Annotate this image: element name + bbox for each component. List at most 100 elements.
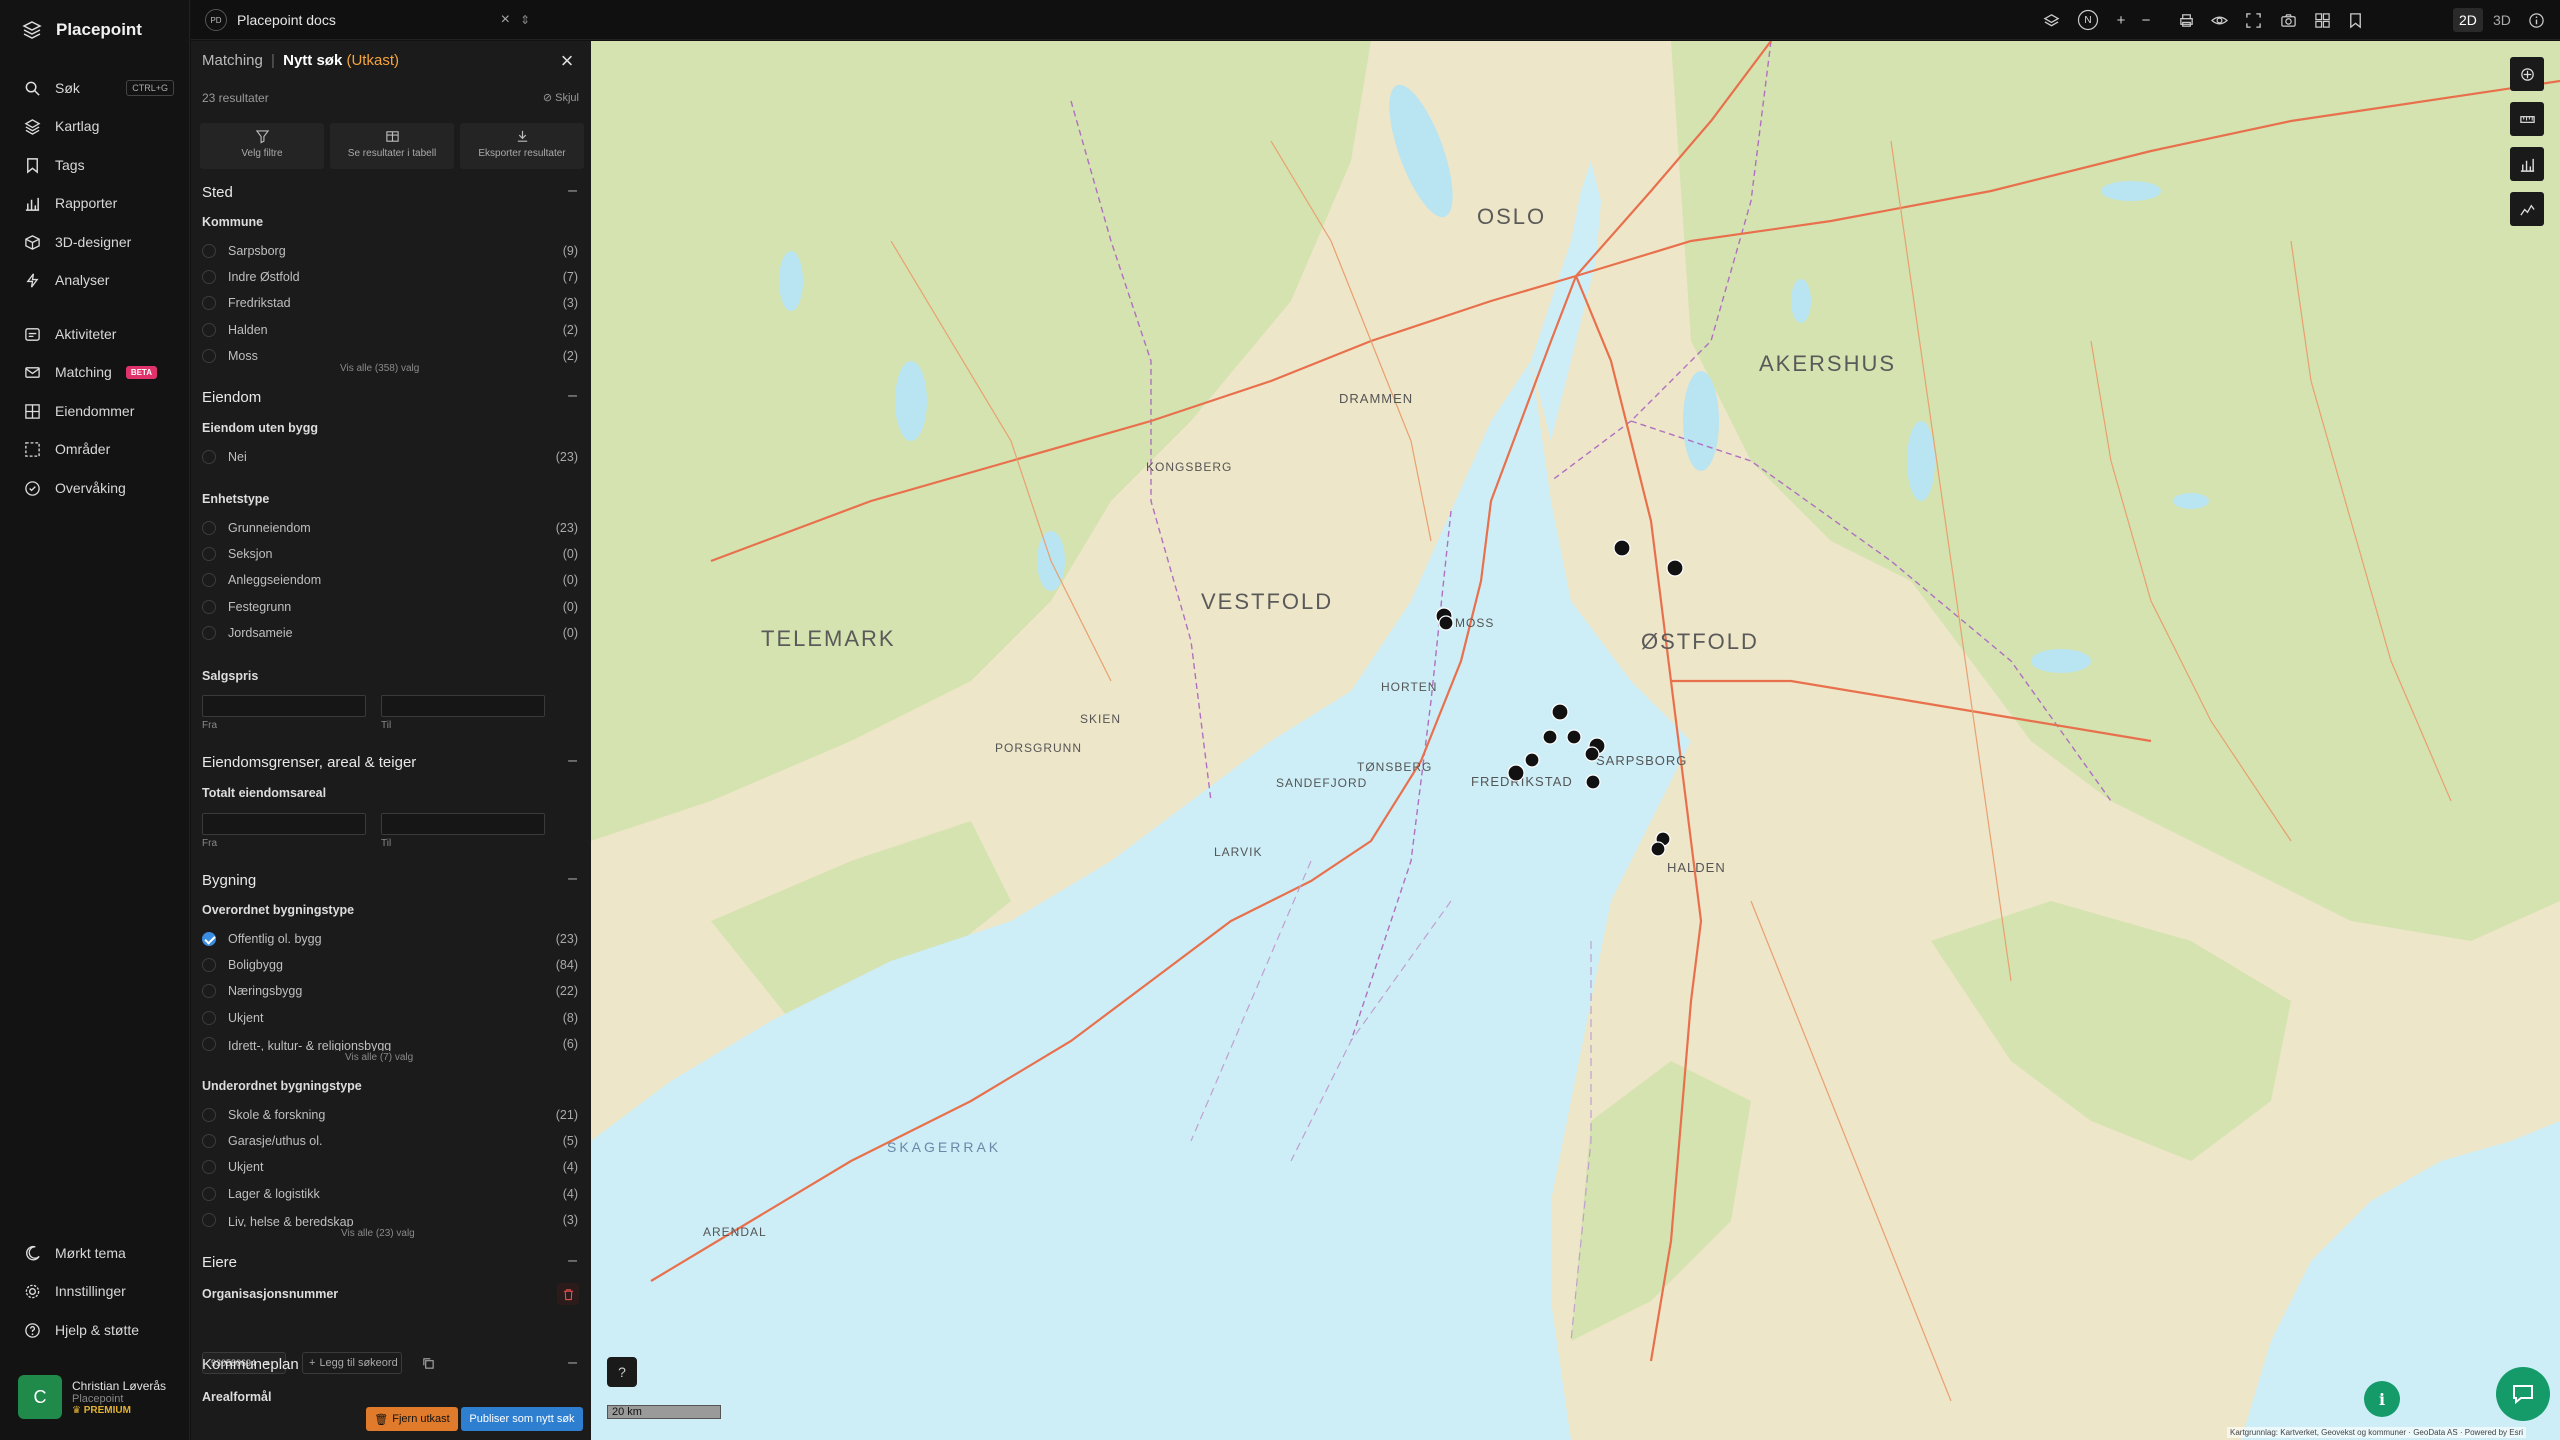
show-all-overordnet-link[interactable]: Vis alle (7) valg [345,1052,413,1063]
map-tool-chart-button[interactable] [2510,147,2544,181]
chat-support-button[interactable] [2496,1367,2550,1421]
chevron-updown-icon[interactable]: ⇕ [520,13,530,27]
add-keyword-button[interactable]: + Legg til søkeord [302,1352,402,1374]
print-button[interactable] [2174,8,2198,32]
areal-to-input[interactable] [381,813,545,835]
result-marker[interactable] [1584,746,1600,762]
brand[interactable]: Placepoint [22,20,142,40]
collapse-kommuneplan-icon[interactable]: – [568,1354,577,1372]
checkbox[interactable] [202,1010,216,1025]
collapse-eiendom-icon[interactable]: – [568,387,577,405]
layer-stack-button[interactable] [2039,8,2063,32]
checkbox[interactable] [202,573,216,588]
checkbox[interactable] [202,547,216,562]
checkbox[interactable] [202,1186,216,1201]
result-marker[interactable] [1551,703,1569,721]
map-tool-select-button[interactable] [2510,57,2544,91]
nav-item-search[interactable]: Søk CTRL+G [24,74,174,102]
nav-item-omrader[interactable]: Områder [24,435,174,463]
mode-2d-button[interactable]: 2D [2453,8,2483,32]
enhetstype-option[interactable]: Grunneiendom (23) [202,518,578,538]
breadcrumb-parent[interactable]: Matching [202,52,263,69]
info-button[interactable] [2524,8,2548,32]
collapse-bygning-icon[interactable]: – [568,870,577,888]
map-tool-measure-button[interactable] [2510,102,2544,136]
visibility-button[interactable] [2207,8,2231,32]
uten-bygg-option[interactable]: Nei (23) [202,447,578,467]
checkbox[interactable] [202,270,216,285]
map-info-button[interactable]: i [2364,1381,2400,1417]
section-eiere-title[interactable]: Eiere [202,1254,237,1271]
kommune-option[interactable]: Fredrikstad (3) [202,293,578,313]
nav-item-aktiviteter[interactable]: Aktiviteter [24,320,174,348]
enhetstype-option[interactable]: Anleggseiendom (0) [202,570,578,590]
checkbox[interactable] [202,296,216,311]
section-sted-title[interactable]: Sted [202,184,233,201]
map-help-button[interactable]: ? [607,1357,637,1387]
underordnet-option[interactable]: Garasje/uthus ol. (5) [202,1131,578,1151]
kommune-option[interactable]: Indre Østfold (7) [202,267,578,287]
salgspris-to-input[interactable] [381,695,545,717]
select-filters-button[interactable]: Velg filtre [200,123,324,169]
nav-item-tags[interactable]: Tags [24,151,174,179]
kommune-option[interactable]: Halden (2) [202,320,578,340]
zoom-in-button[interactable]: + [2109,8,2133,32]
enhetstype-option[interactable]: Festegrunn (0) [202,597,578,617]
map-tool-profile-button[interactable] [2510,192,2544,226]
show-all-underordnet-link[interactable]: Vis alle (23) valg [341,1228,415,1239]
checkbox[interactable] [202,599,216,614]
export-results-button[interactable]: Eksporter resultater [460,123,584,169]
result-marker[interactable] [1524,752,1540,768]
underordnet-option[interactable]: Liv, helse & beredskap (3) [202,1210,578,1230]
checkbox[interactable] [202,322,216,337]
result-marker[interactable] [1542,729,1558,745]
show-all-kommune-link[interactable]: Vis alle (358) valg [340,363,419,374]
result-marker[interactable] [1438,615,1454,631]
bookmark-button[interactable] [2343,8,2367,32]
result-marker[interactable] [1585,774,1601,790]
result-marker[interactable] [1650,841,1666,857]
underordnet-option[interactable]: Skole & forskning (21) [202,1105,578,1125]
section-kommuneplan-title[interactable]: Kommuneplan [202,1356,299,1373]
checkbox[interactable] [202,1160,216,1175]
section-grenser-title[interactable]: Eiendomsgrenser, areal & teiger [202,754,416,771]
underordnet-option[interactable]: Lager & logistikk (4) [202,1184,578,1204]
enhetstype-option[interactable]: Jordsameie (0) [202,623,578,643]
close-panel-icon[interactable]: × [555,49,579,73]
kommune-option[interactable]: Sarpsborg (9) [202,241,578,261]
checkbox[interactable] [202,1108,216,1122]
fullscreen-button[interactable] [2241,8,2265,32]
map-view[interactable]: OSLO AKERSHUS VESTFOLD TELEMARK ØSTFOLD … [591,41,2560,1440]
section-eiendom-title[interactable]: Eiendom [202,389,261,406]
checkbox[interactable] [202,1212,216,1227]
result-marker[interactable] [1613,539,1631,557]
copy-button[interactable] [417,1352,439,1374]
areal-from-input[interactable] [202,813,366,835]
delete-filter-button[interactable] [557,1283,579,1305]
nav-item-analyser[interactable]: Analyser [24,266,174,294]
nav-item-dark-theme[interactable]: Mørkt tema [24,1239,174,1267]
publish-search-button[interactable]: Publiser som nytt søk [461,1407,583,1431]
zoom-out-button[interactable]: − [2134,8,2158,32]
nav-item-settings[interactable]: Innstillinger [24,1277,174,1305]
checkbox[interactable] [202,348,216,363]
grid-view-button[interactable] [2310,8,2334,32]
nav-item-overvaking[interactable]: Overvåking [24,474,174,502]
overordnet-option[interactable]: Offentlig ol. bygg (23) [202,929,578,949]
nav-item-eiendommer[interactable]: Eiendommer [24,397,174,425]
enhetstype-option[interactable]: Seksjon (0) [202,544,578,564]
mode-3d-button[interactable]: 3D [2487,8,2517,32]
salgspris-from-input[interactable] [202,695,366,717]
nav-item-help[interactable]: Hjelp & støtte [24,1316,174,1344]
overordnet-option[interactable]: Boligbygg (84) [202,955,578,975]
checkbox[interactable] [202,1134,216,1149]
nav-item-rapporter[interactable]: Rapporter [24,189,174,217]
collapse-eiere-icon[interactable]: – [568,1252,577,1270]
overordnet-option[interactable]: Næringsbygg (22) [202,981,578,1001]
remove-draft-button[interactable]: 🗑 Fjern utkast [366,1407,458,1431]
result-marker[interactable] [1566,729,1582,745]
collapse-grenser-icon[interactable]: – [568,752,577,770]
checkbox[interactable] [202,958,216,973]
overordnet-option[interactable]: Ukjent (8) [202,1008,578,1028]
checkbox[interactable] [202,521,216,535]
